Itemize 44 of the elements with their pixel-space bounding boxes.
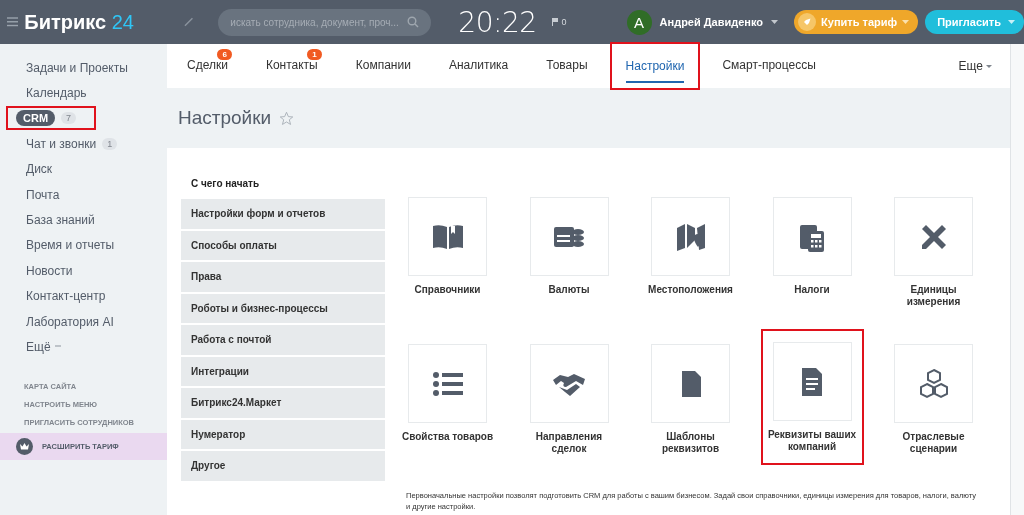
more-menu-item[interactable]: Ещё (24, 338, 63, 356)
settings-menu-item[interactable]: Права (181, 262, 385, 292)
settings-tile[interactable]: Отраслевые сценарии (882, 342, 985, 464)
highlighted-menu-item[interactable]: CRM 7 (6, 106, 97, 131)
settings-tile[interactable]: Валюты (517, 195, 621, 317)
tab[interactable]: Товары (546, 44, 588, 88)
settings-tile[interactable]: Направления сделок (517, 342, 621, 464)
clock: 20:22 (458, 5, 537, 39)
settings-menu-item[interactable]: Работа с почтой (181, 325, 385, 355)
sidebar-item[interactable]: Время и отчеты (24, 236, 117, 255)
settings-menu-item[interactable]: Настройки форм и отчетов (181, 199, 385, 229)
flag-count: 0 (561, 17, 567, 27)
highlighted-settings-tile[interactable]: Реквизиты ваших компаний (760, 329, 864, 465)
sidebar-item[interactable]: Календарь (24, 84, 89, 103)
more-tabs-button[interactable]: Еще (958, 44, 992, 88)
sidebar-item[interactable]: Новости (24, 261, 75, 280)
page-title: Настройки (178, 107, 272, 129)
sidebar-item[interactable]: Лаборатория AI (24, 312, 116, 331)
tab[interactable]: Аналитика (448, 44, 509, 88)
tab[interactable]: Компании (355, 44, 411, 88)
settings-tile[interactable]: Единицы измерения (882, 195, 985, 317)
sidebar-item[interactable]: Задачи и Проекты (24, 58, 130, 77)
logo[interactable]: Битрикс 24 (24, 10, 134, 34)
user-name[interactable]: Андрей Давиденко (659, 16, 764, 28)
sidebar-item[interactable]: Диск (24, 160, 55, 179)
sidebar-item[interactable]: Чат и звонки 1 (24, 134, 120, 153)
sidebar-item[interactable]: База знаний (24, 211, 97, 230)
settings-menu-item[interactable]: Роботы и бизнес-процессы (181, 293, 385, 323)
avatar[interactable]: A (626, 9, 652, 35)
highlighted-tab[interactable]: Настройки (611, 44, 699, 88)
tab[interactable]: Смарт-процессы (722, 44, 816, 88)
settings-tile[interactable]: Свойства товаров (396, 342, 499, 464)
menu-heading: С чего начать (190, 177, 261, 191)
sidebar-item[interactable]: Контакт-центр (24, 287, 108, 306)
settings-tile[interactable]: Справочники (396, 195, 499, 317)
settings-tile[interactable]: Местоположения (639, 195, 742, 317)
settings-tile[interactable]: Шаблоны реквизитов (639, 342, 742, 464)
settings-menu-item[interactable]: Битрикс24.Маркет (181, 388, 385, 418)
sidebar-item[interactable]: Почта (24, 185, 62, 204)
settings-menu-item[interactable]: Способы оплаты (181, 230, 385, 260)
settings-menu-item[interactable]: Другое (181, 451, 385, 481)
settings-menu-item[interactable]: Интеграции (181, 356, 385, 386)
settings-menu-item[interactable]: Нумератор (181, 419, 385, 449)
settings-tile[interactable]: Налоги (760, 195, 864, 317)
